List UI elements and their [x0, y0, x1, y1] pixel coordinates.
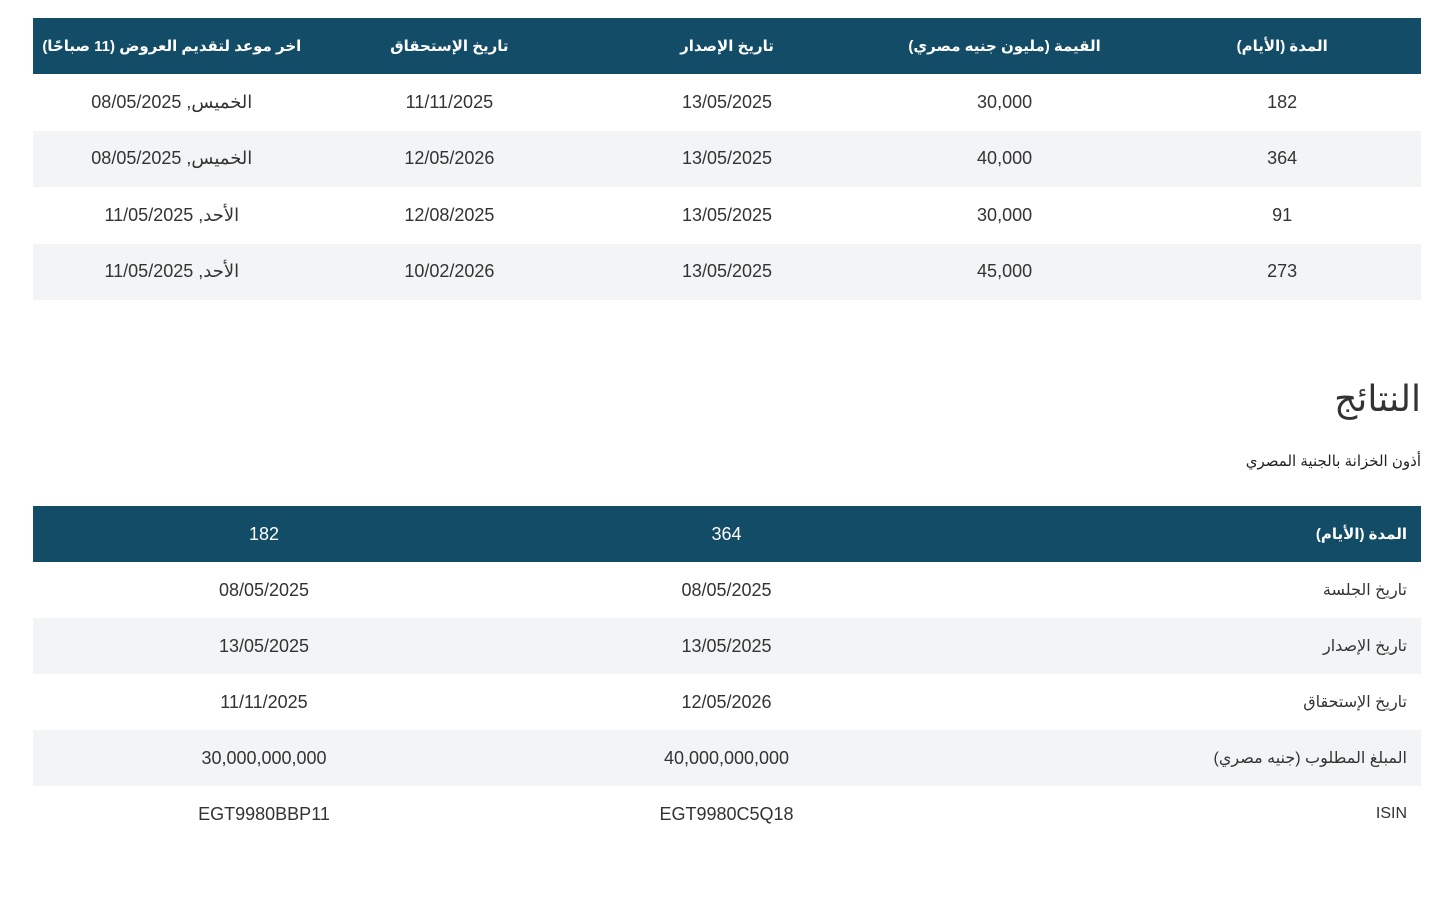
table-row: الخميس, 08/05/2025 11/11/2025 13/05/2025… — [33, 74, 1421, 131]
row-label: تاريخ الإصدار — [1322, 638, 1407, 655]
results-title: النتائج — [1334, 378, 1421, 419]
maturity-date-cell: 11/11/2025 — [405, 91, 494, 112]
results-subtitle: أذون الخزانة بالجنية المصري — [1245, 453, 1421, 470]
auction-schedule-table: اخر موعد لتقديم العروض (11 صباحًا) تاريخ… — [33, 18, 1421, 300]
row-label: ISIN — [1375, 805, 1407, 822]
value-364: 13/05/2025 — [681, 635, 772, 656]
value-cell: 30,000 — [977, 91, 1033, 112]
value-182: 13/05/2025 — [218, 635, 310, 656]
table-row: الأحد, 11/05/2025 10/02/2026 13/05/2025 … — [33, 243, 1421, 300]
value-182: 30,000,000,000 — [201, 747, 327, 768]
table-row: 11/11/2025 12/05/2026 تاريخ الإستحقاق — [33, 674, 1421, 730]
deadline-cell: الأحد, 11/05/2025 — [104, 261, 240, 282]
header-deadline: اخر موعد لتقديم العروض (11 صباحًا) — [42, 38, 302, 55]
issue-date-cell: 13/05/2025 — [681, 261, 773, 282]
duration-cell: 182 — [1267, 91, 1298, 112]
duration-cell: 364 — [1267, 148, 1298, 169]
header-duration: المدة (الأيام) — [1236, 38, 1328, 55]
deadline-date: 08/05/2025 — [91, 91, 182, 112]
deadline-date: 11/05/2025 — [104, 261, 194, 282]
table-row: EGT9980BBP11 EGT9980C5Q18 ISIN — [33, 786, 1421, 842]
header-issue-date: تاريخ الإصدار — [680, 38, 774, 55]
header-duration-364: 364 — [711, 523, 742, 544]
row-label: تاريخ الإستحقاق — [1303, 694, 1407, 711]
table-row: 13/05/2025 13/05/2025 تاريخ الإصدار — [33, 618, 1421, 674]
results-header-row: 182 364 المدة (الأيام) — [33, 506, 1421, 562]
issue-date-cell: 13/05/2025 — [681, 148, 773, 169]
deadline-day: الخميس — [191, 148, 253, 169]
deadline-day: الأحد — [203, 261, 240, 282]
issue-date-cell: 13/05/2025 — [681, 91, 773, 112]
maturity-date-cell: 10/02/2026 — [404, 261, 495, 282]
duration-cell: 273 — [1267, 261, 1298, 282]
value-cell: 30,000 — [977, 204, 1033, 225]
header-duration-182: 182 — [248, 523, 280, 544]
header-duration-label: المدة (الأيام) — [1315, 526, 1407, 543]
results-table: 182 364 المدة (الأيام) 08/05/2025 08/05/… — [33, 506, 1421, 842]
deadline-day: الأحد — [203, 204, 240, 225]
value-182: 08/05/2025 — [218, 579, 310, 600]
issue-date-cell: 13/05/2025 — [681, 204, 773, 225]
auction-schedule-header-row: اخر موعد لتقديم العروض (11 صباحًا) تاريخ… — [33, 18, 1421, 74]
deadline-cell: الخميس, 08/05/2025 — [91, 148, 253, 169]
value-cell: 40,000 — [977, 148, 1033, 169]
table-row: الخميس, 08/05/2025 12/05/2026 13/05/2025… — [33, 130, 1421, 187]
maturity-date-cell: 12/05/2026 — [404, 148, 495, 169]
deadline-cell: الأحد, 11/05/2025 — [104, 204, 240, 225]
value-364: 12/05/2026 — [681, 691, 772, 712]
deadline-day: الخميس — [191, 91, 253, 112]
row-label: تاريخ الجلسة — [1322, 582, 1407, 599]
table-row: 30,000,000,000 40,000,000,000 المبلغ الم… — [33, 730, 1421, 786]
duration-cell: 91 — [1272, 204, 1293, 225]
row-label: المبلغ المطلوب (جنيه مصري) — [1213, 750, 1407, 767]
value-182: EGT9980BBP11 — [198, 803, 330, 824]
value-182: 11/11/2025 — [220, 691, 308, 712]
header-value: القيمة (مليون جنيه مصري) — [908, 38, 1101, 55]
table-row: الأحد, 11/05/2025 12/08/2025 13/05/2025 … — [33, 187, 1421, 244]
value-364: 08/05/2025 — [681, 579, 772, 600]
value-cell: 45,000 — [977, 261, 1033, 282]
value-364: 40,000,000,000 — [663, 747, 790, 768]
deadline-cell: الخميس, 08/05/2025 — [91, 91, 253, 112]
deadline-date: 11/05/2025 — [104, 204, 194, 225]
maturity-date-cell: 12/08/2025 — [404, 204, 495, 225]
deadline-date: 08/05/2025 — [91, 148, 182, 169]
table-row: 08/05/2025 08/05/2025 تاريخ الجلسة — [33, 562, 1421, 618]
header-maturity-date: تاريخ الإستحقاق — [390, 38, 509, 55]
value-364: EGT9980C5Q18 — [659, 803, 794, 824]
